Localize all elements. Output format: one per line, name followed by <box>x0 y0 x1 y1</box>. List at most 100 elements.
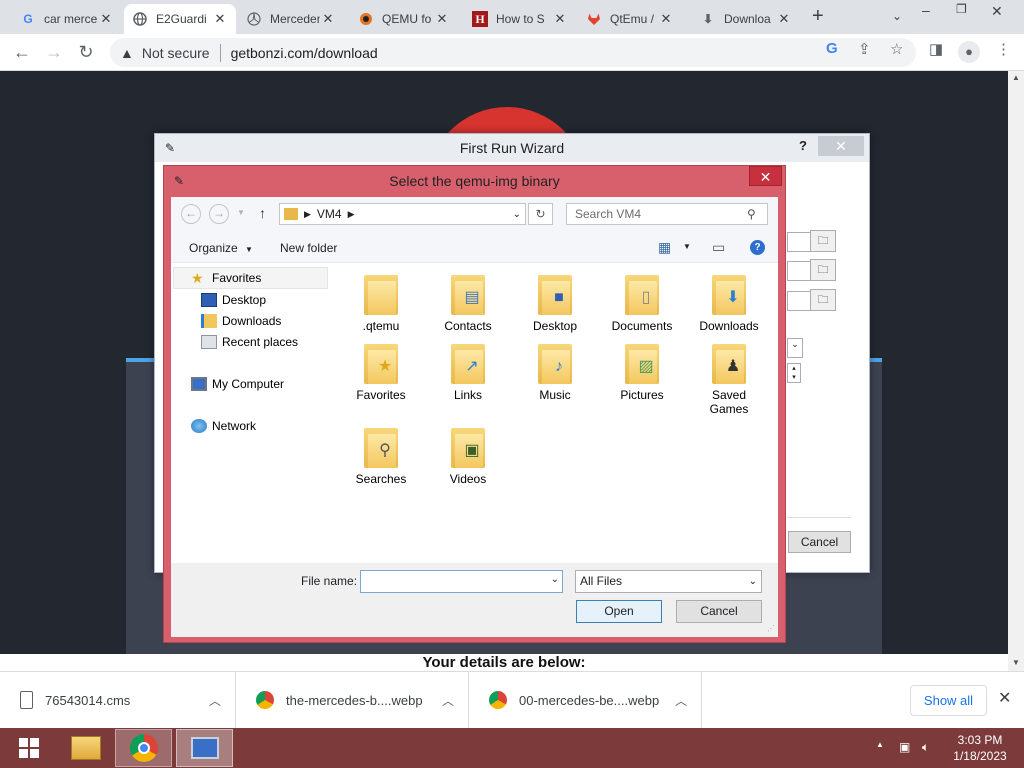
file-type-select[interactable]: All Files ⌄ <box>575 570 762 593</box>
restore-icon[interactable]: ❐ <box>956 2 967 16</box>
back-arrow-icon[interactable]: ← <box>181 204 201 224</box>
sidebar-item-recent-places[interactable]: Recent places <box>201 335 298 349</box>
share-icon[interactable]: ⇪ <box>858 40 871 58</box>
browse-folder-button[interactable]: 🗀 <box>810 259 836 281</box>
download-item[interactable]: 76543014.cms ︿ <box>0 672 236 728</box>
preview-pane-icon[interactable]: ▭ <box>712 239 725 256</box>
breadcrumb-folder[interactable]: VM4 <box>317 207 342 221</box>
reload-icon[interactable]: ↻ <box>74 40 98 64</box>
bookmark-star-icon[interactable]: ☆ <box>890 40 903 58</box>
tab-e2guardian[interactable]: E2Guardi ✕ <box>124 4 236 34</box>
chevron-up-icon[interactable]: ︿ <box>675 692 687 709</box>
folder-item-searches[interactable]: ⚲ Searches <box>341 424 421 486</box>
file-name-input[interactable]: ⌄ <box>360 570 563 593</box>
close-icon[interactable]: ✕ <box>552 11 568 27</box>
tab-qtemu[interactable]: QtEmu / ✕ <box>578 4 682 34</box>
tab-car-search[interactable]: G car merce ✕ <box>12 4 122 34</box>
up-arrow-icon[interactable]: ↑ <box>259 205 266 221</box>
taskbar-qtemu[interactable] <box>176 729 233 767</box>
profile-avatar-icon[interactable]: ● <box>958 41 980 63</box>
folder-item-desktop[interactable]: ■ Desktop <box>515 271 595 333</box>
wizard-close-button[interactable]: ✕ <box>818 136 864 156</box>
sidebar-item-downloads[interactable]: Downloads <box>201 314 281 328</box>
close-icon[interactable]: ✕ <box>776 11 792 27</box>
path-field-2[interactable] <box>787 261 811 281</box>
tab-mercedes[interactable]: Merceden ✕ <box>238 4 344 34</box>
chevron-down-icon[interactable]: ⌄ <box>513 209 521 220</box>
chevron-up-icon[interactable]: ︿ <box>209 692 221 709</box>
refresh-icon[interactable]: ↻ <box>528 203 553 225</box>
forward-arrow-icon[interactable]: → <box>209 204 229 224</box>
scroll-up-icon[interactable]: ▲ <box>1012 73 1020 82</box>
history-dropdown-icon[interactable]: ▼ <box>237 208 245 217</box>
folder-item-links[interactable]: ↗ Links <box>428 340 508 402</box>
volume-icon[interactable]: 🔈︎ <box>922 740 929 755</box>
dialog-title-bar[interactable]: ✎ Select the qemu-img binary <box>164 166 785 196</box>
tab-search-icon[interactable]: ⌄ <box>892 9 902 23</box>
folder-item-favorites[interactable]: ★ Favorites <box>341 340 421 402</box>
close-icon[interactable]: ✕ <box>212 11 228 27</box>
new-folder-button[interactable]: New folder <box>280 241 337 255</box>
window-close-icon[interactable]: ✕ <box>991 3 1003 20</box>
system-clock[interactable]: 3:03 PM 1/18/2023 <box>948 732 1012 764</box>
folder-item-videos[interactable]: ▣ Videos <box>428 424 508 486</box>
address-bar[interactable]: ▲ Not secure getbonzi.com/download <box>110 38 916 67</box>
close-icon[interactable]: ✕ <box>998 688 1011 708</box>
folder-item-contacts[interactable]: ▤ Contacts <box>428 271 508 333</box>
close-icon[interactable]: ✕ <box>98 11 114 27</box>
network-tray-icon[interactable]: ▣ <box>899 740 910 754</box>
help-icon[interactable]: ? <box>750 240 765 255</box>
tab-how-to[interactable]: H How to S ✕ <box>464 4 576 34</box>
forward-arrow-icon[interactable]: → <box>42 40 66 64</box>
sidebar-item-network[interactable]: Network <box>191 419 256 433</box>
resize-grip-icon[interactable]: ⋰ <box>767 624 775 633</box>
tab-download[interactable]: ⬇ Downloa ✕ <box>692 4 800 34</box>
taskbar-file-explorer[interactable] <box>57 729 114 767</box>
spinbox-field[interactable]: ▴ ▾ <box>787 363 801 383</box>
back-arrow-icon[interactable]: ← <box>10 40 34 64</box>
cancel-button[interactable]: Cancel <box>676 600 762 623</box>
folder-item-music[interactable]: ♪ Music <box>515 340 595 402</box>
folder-item-qtemu[interactable]: .qtemu <box>341 271 421 333</box>
search-input[interactable]: Search VM4 ⚲ <box>566 203 768 225</box>
organize-button[interactable]: Organize ▼ <box>189 241 253 255</box>
folder-item-pictures[interactable]: ▨ Pictures <box>602 340 682 402</box>
address-path-box[interactable]: ▶ VM4 ▶ ⌄ <box>279 203 526 225</box>
download-item[interactable]: the-mercedes-b....webp ︿ <box>236 672 469 728</box>
show-hidden-icons[interactable]: ▲ <box>876 740 884 749</box>
path-field-3[interactable] <box>787 291 811 311</box>
new-tab-button[interactable]: + <box>812 5 824 28</box>
open-button[interactable]: Open <box>576 600 662 623</box>
warning-icon[interactable]: ▲ <box>120 45 134 61</box>
sidebar-item-desktop[interactable]: Desktop <box>201 293 266 307</box>
close-icon[interactable]: ✕ <box>658 11 674 27</box>
tab-qemu[interactable]: QEMU fo ✕ <box>350 4 458 34</box>
folder-item-downloads[interactable]: ⬇ Downloads <box>689 271 769 333</box>
close-icon[interactable]: ✕ <box>434 11 450 27</box>
wizard-title-bar[interactable]: ✎ First Run Wizard <box>155 134 869 162</box>
view-options-icon[interactable]: ▦ <box>658 239 671 256</box>
close-icon[interactable]: ✕ <box>320 11 336 27</box>
dropdown-field[interactable]: ⌄ <box>787 338 803 358</box>
chevron-down-icon[interactable]: ▼ <box>683 242 691 251</box>
dialog-close-button[interactable]: ✕ <box>749 166 782 186</box>
scroll-down-icon[interactable]: ▼ <box>1012 658 1020 667</box>
start-button[interactable] <box>0 729 57 767</box>
browse-folder-button[interactable]: 🗀 <box>810 289 836 311</box>
download-item[interactable]: 00-mercedes-be....webp ︿ <box>469 672 702 728</box>
page-scrollbar[interactable]: ▲ ▼ <box>1008 71 1024 671</box>
side-panel-icon[interactable]: ◨ <box>929 40 943 58</box>
taskbar-chrome[interactable] <box>115 729 172 767</box>
browse-folder-button[interactable]: 🗀 <box>810 230 836 252</box>
google-lens-icon[interactable]: G <box>826 40 838 57</box>
path-field-1[interactable] <box>787 232 811 252</box>
show-all-button[interactable]: Show all <box>910 685 987 716</box>
minimize-icon[interactable]: ‒ <box>922 2 930 18</box>
sidebar-item-my-computer[interactable]: My Computer <box>191 377 284 391</box>
folder-item-documents[interactable]: ▯ Documents <box>602 271 682 333</box>
wizard-cancel-button[interactable]: Cancel <box>788 531 851 553</box>
folder-item-saved-games[interactable]: ♟ Saved Games <box>689 340 769 416</box>
sidebar-item-favorites[interactable]: ★ Favorites <box>191 271 261 285</box>
menu-kebab-icon[interactable]: ⋮ <box>996 40 1011 58</box>
chevron-up-icon[interactable]: ︿ <box>442 692 454 709</box>
